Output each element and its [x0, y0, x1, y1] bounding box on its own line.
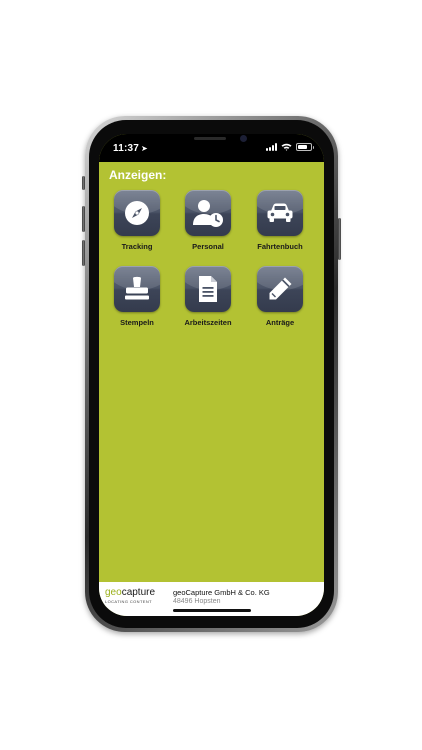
logo-tagline: LOCATING CONTENT	[105, 599, 152, 604]
status-icons	[266, 143, 314, 151]
wifi-icon	[281, 143, 292, 151]
tile-fahrtenbuch[interactable]: Fahrtenbuch	[248, 190, 312, 251]
logo-wordmark: geocapture	[105, 588, 155, 598]
tile-label: Personal	[192, 242, 224, 251]
document-icon	[199, 276, 217, 302]
tile-stempeln[interactable]: Stempeln	[105, 266, 169, 327]
status-bar: 11:37 ➤	[99, 134, 324, 162]
home-indicator[interactable]	[172, 609, 251, 612]
tile-label: Tracking	[121, 242, 153, 251]
status-time-text: 11:37	[113, 143, 140, 154]
company-city: 48496 Hopsten	[173, 598, 221, 605]
tile-personal[interactable]: Personal	[176, 190, 240, 251]
notch	[153, 134, 270, 154]
phone-frame: 11:37 ➤ Anzeigen: Tracking Personal Fahr…	[85, 116, 338, 632]
tile-tracking[interactable]: Tracking	[105, 190, 169, 251]
tile-icon-bg	[185, 190, 231, 236]
battery-icon	[296, 143, 314, 151]
car-icon	[267, 203, 293, 222]
tile-icon-bg	[185, 266, 231, 312]
status-time: 11:37 ➤	[113, 143, 148, 154]
company-name: geoCapture GmbH & Co. KG	[173, 588, 270, 597]
tile-arbeitszeiten[interactable]: Arbeitszeiten	[176, 266, 240, 327]
page-title: Anzeigen:	[109, 168, 167, 182]
tile-icon-bg	[114, 266, 160, 312]
phone-bezel: 11:37 ➤ Anzeigen: Tracking Personal Fahr…	[89, 120, 334, 628]
front-camera	[239, 135, 247, 142]
location-arrow-icon: ➤	[141, 144, 148, 153]
tile-label: Stempeln	[120, 318, 154, 327]
footer: geocapture LOCATING CONTENT geoCapture G…	[99, 582, 324, 616]
stamp-icon	[125, 276, 149, 300]
logo-capture: capture	[121, 587, 156, 598]
tile-icon-bg	[114, 190, 160, 236]
tile-antraege[interactable]: Anträge	[248, 266, 312, 327]
tile-label: Fahrtenbuch	[257, 242, 303, 251]
tile-icon-bg	[257, 190, 303, 236]
battery-fill	[298, 145, 307, 149]
page: 11:37 ➤ Anzeigen: Tracking Personal Fahr…	[0, 0, 422, 750]
tile-label: Arbeitszeiten	[184, 318, 232, 327]
pencil-icon	[269, 277, 292, 300]
company-logo: geocapture LOCATING CONTENT	[105, 588, 155, 605]
signal-icon	[266, 143, 277, 151]
speaker-grille	[193, 137, 226, 140]
tile-icon-bg	[257, 266, 303, 312]
power-button	[338, 218, 341, 260]
tile-label: Anträge	[265, 318, 295, 327]
logo-geo: geo	[105, 587, 122, 598]
compass-icon	[125, 201, 149, 225]
person-clock-icon	[193, 200, 223, 227]
screen: 11:37 ➤ Anzeigen: Tracking Personal Fahr…	[99, 134, 324, 616]
